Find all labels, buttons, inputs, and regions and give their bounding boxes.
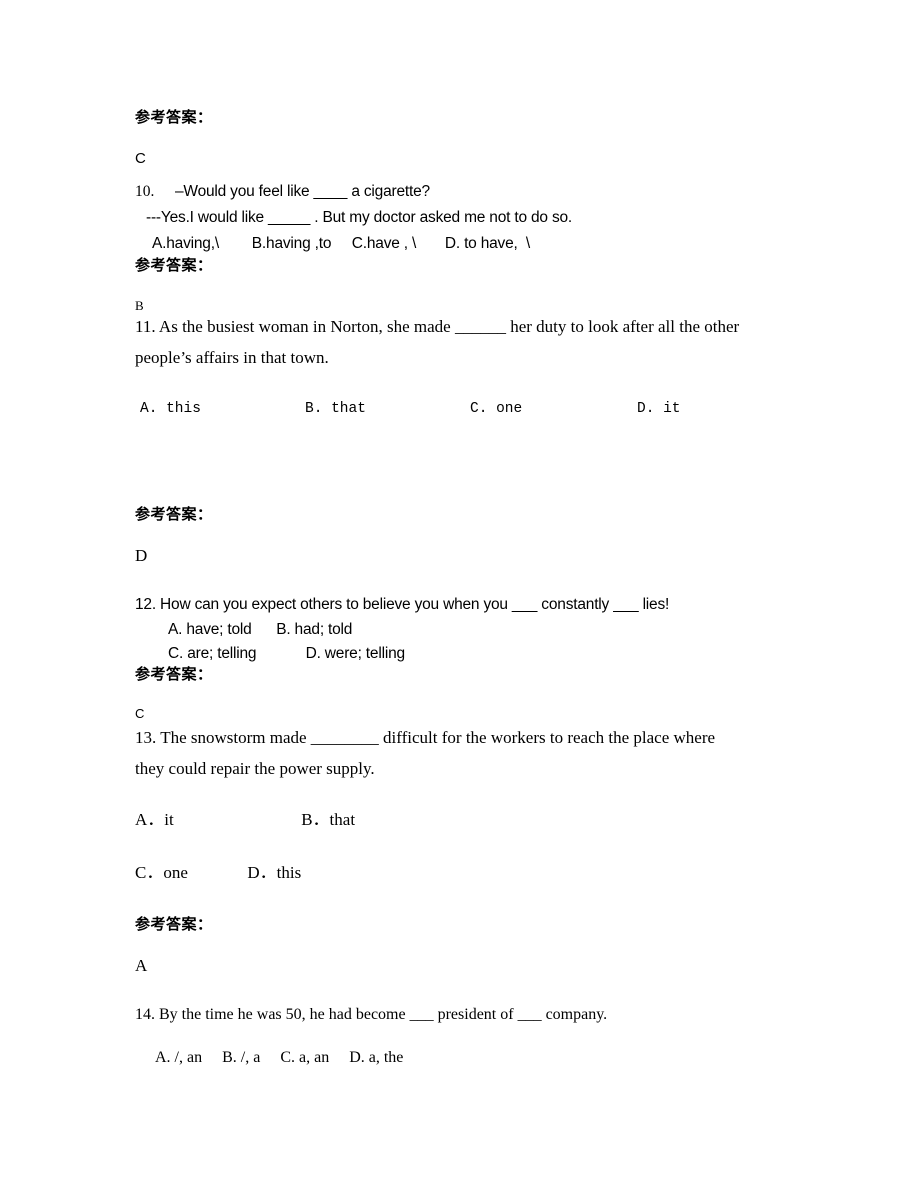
question-10-line1: –Would you feel like ____ a cigarette? <box>175 183 430 200</box>
question-13-line1: 13. The snowstorm made ________ difficul… <box>135 728 716 747</box>
question-10-number: 10. <box>135 183 155 200</box>
question-11-option-b: B. that <box>305 401 366 417</box>
answer-letter-09: C <box>135 150 146 167</box>
question-13-line2: they could repair the power supply. <box>135 759 375 778</box>
answer-heading-11: 参考答案： <box>135 505 213 523</box>
question-11-option-a: A. this <box>140 401 201 417</box>
question-10-options: A.having,\ B.having ,to C.have , \ D. to… <box>152 235 530 252</box>
answer-letter-12: C <box>135 706 145 721</box>
question-12-options-line1: A. have; told B. had; told <box>168 621 353 638</box>
answer-letter-10: B <box>135 298 144 313</box>
answer-heading-12: 参考答案： <box>135 665 213 683</box>
question-14-line1: 14. By the time he was 50, he had become… <box>135 1006 608 1023</box>
question-13-options-row2: C．one D．this <box>135 863 302 882</box>
answer-heading-09: 参考答案： <box>135 108 213 126</box>
question-14-options: A. /, an B. /, a C. a, an D. a, the <box>155 1049 404 1066</box>
question-13-options-row1: A．it B．that <box>135 810 356 829</box>
answer-letter-11: D <box>135 546 148 565</box>
question-11-line2: people’s affairs in that town. <box>135 348 329 367</box>
answer-letter-13: A <box>135 956 148 975</box>
question-12-line1: 12. How can you expect others to believe… <box>135 596 670 613</box>
document-page: 参考答案： C 10. –Would you feel like ____ a … <box>0 0 920 1191</box>
question-11-option-c: C. one <box>470 401 523 417</box>
answer-heading-13: 参考答案： <box>135 915 213 933</box>
answer-heading-10: 参考答案： <box>135 256 213 274</box>
question-11-option-d: D. it <box>637 401 681 417</box>
question-10-line2: ---Yes.I would like _____ . But my docto… <box>146 209 573 226</box>
question-11-line1: 11. As the busiest woman in Norton, she … <box>135 317 740 336</box>
question-12-options-line2: C. are; telling D. were; telling <box>168 645 405 662</box>
